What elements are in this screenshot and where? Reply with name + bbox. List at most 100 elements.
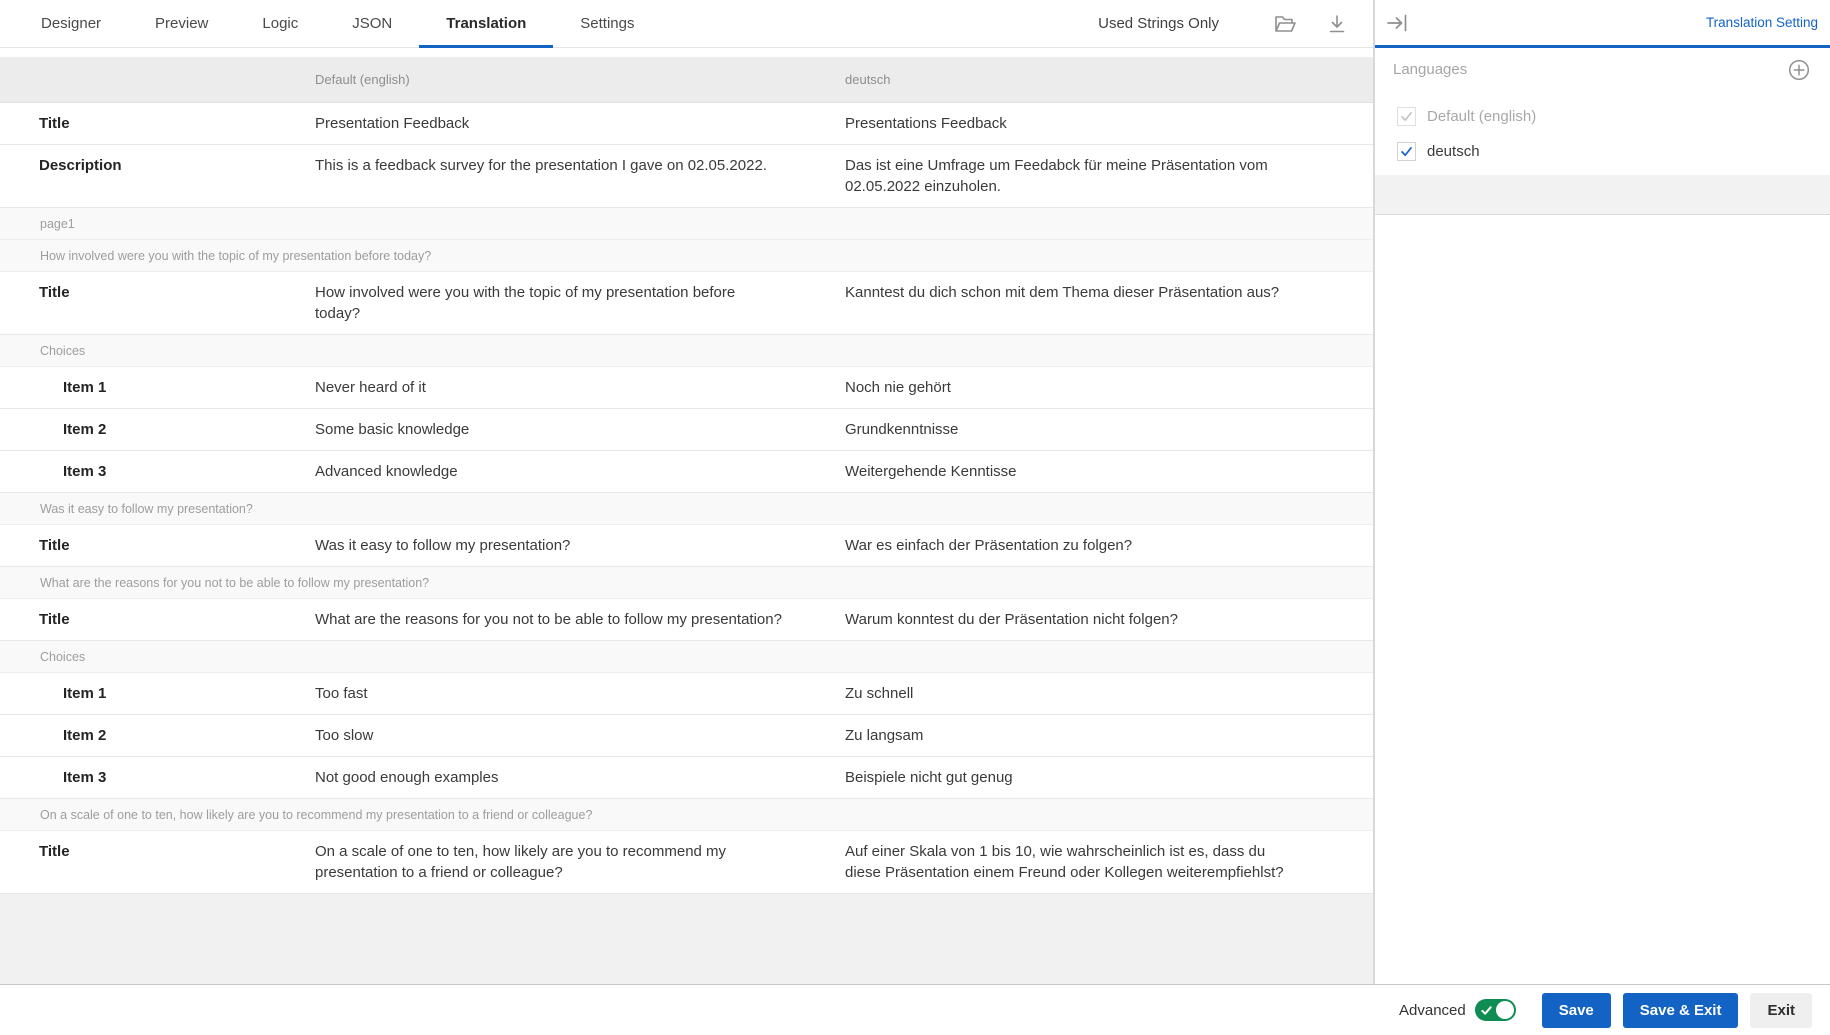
group-header-row: How involved were you with the topic of …: [0, 240, 1373, 272]
plus-circle-icon[interactable]: [1787, 58, 1811, 82]
translation-row: Item 3Advanced knowledgeWeitergehende Ke…: [0, 451, 1373, 493]
used-strings-only-button[interactable]: Used Strings Only: [1098, 0, 1219, 47]
folder-open-icon[interactable]: [1269, 0, 1301, 47]
row-label: Title: [0, 831, 315, 893]
tab-settings[interactable]: Settings: [553, 0, 661, 47]
group-header-row: Choices: [0, 641, 1373, 673]
language-item: deutsch: [1397, 134, 1830, 169]
save-exit-button[interactable]: Save & Exit: [1623, 993, 1739, 1028]
sidebar-header: Translation Setting: [1375, 0, 1830, 48]
row-label: Item 1: [0, 673, 315, 714]
value-deutsch[interactable]: Beispiele nicht gut genug: [845, 757, 1373, 798]
row-label: Title: [0, 272, 315, 334]
translation-row: TitleWhat are the reasons for you not to…: [0, 599, 1373, 641]
value-deutsch[interactable]: Warum konntest du der Präsentation nicht…: [845, 599, 1373, 640]
tab-bar-spacer: [662, 0, 1099, 47]
sidebar-empty-area: [1375, 215, 1830, 984]
exit-button[interactable]: Exit: [1750, 993, 1812, 1028]
value-deutsch[interactable]: Noch nie gehört: [845, 367, 1373, 408]
translation-row: Item 2Some basic knowledgeGrundkenntniss…: [0, 409, 1373, 451]
value-default-english[interactable]: On a scale of one to ten, how likely are…: [315, 831, 845, 893]
table-empty-area: [0, 894, 1373, 984]
main-body: DesignerPreviewLogicJSONTranslationSetti…: [0, 0, 1830, 985]
save-button[interactable]: Save: [1542, 993, 1611, 1028]
tab-preview[interactable]: Preview: [128, 0, 235, 47]
tab-json[interactable]: JSON: [325, 0, 419, 47]
row-label: Item 1: [0, 367, 315, 408]
group-header-row: On a scale of one to ten, how likely are…: [0, 799, 1373, 831]
translation-row: Item 1Never heard of itNoch nie gehört: [0, 367, 1373, 409]
group-header-row: What are the reasons for you not to be a…: [0, 567, 1373, 599]
row-label: Description: [0, 145, 315, 207]
toggle-knob: [1496, 1001, 1514, 1019]
value-default-english[interactable]: Not good enough examples: [315, 757, 845, 798]
value-default-english[interactable]: How involved were you with the topic of …: [315, 272, 845, 334]
languages-label: Languages: [1393, 61, 1467, 78]
value-default-english[interactable]: Advanced knowledge: [315, 451, 845, 492]
value-deutsch[interactable]: Grundkenntnisse: [845, 409, 1373, 450]
tab-logic[interactable]: Logic: [235, 0, 325, 47]
translation-row: TitleHow involved were you with the topi…: [0, 272, 1373, 335]
row-label: Item 2: [0, 409, 315, 450]
value-default-english[interactable]: Was it easy to follow my presentation?: [315, 525, 845, 566]
value-default-english[interactable]: Too fast: [315, 673, 845, 714]
value-default-english[interactable]: What are the reasons for you not to be a…: [315, 599, 845, 640]
table-header-row: Default (english)deutsch: [0, 57, 1373, 103]
row-label: Title: [0, 525, 315, 566]
language-list: Default (english) deutsch: [1375, 91, 1830, 175]
value-default-english[interactable]: Some basic knowledge: [315, 409, 845, 450]
group-header-row: page1: [0, 208, 1373, 240]
tab-list: DesignerPreviewLogicJSONTranslationSetti…: [14, 0, 662, 47]
column-header: Default (english): [315, 72, 845, 87]
survey-creator-window: DesignerPreviewLogicJSONTranslationSetti…: [0, 0, 1830, 1035]
value-deutsch[interactable]: Presentations Feedback: [845, 103, 1373, 144]
translation-row: Item 2Too slowZu langsam: [0, 715, 1373, 757]
check-icon: [1481, 1005, 1492, 1016]
translation-row: Item 3Not good enough examplesBeispiele …: [0, 757, 1373, 799]
group-header-row: Choices: [0, 335, 1373, 367]
translation-content: DesignerPreviewLogicJSONTranslationSetti…: [0, 0, 1375, 984]
translation-settings-panel: Translation Setting Languages Default (e…: [1375, 0, 1830, 984]
value-default-english[interactable]: Presentation Feedback: [315, 103, 845, 144]
row-label: Title: [0, 103, 315, 144]
value-deutsch[interactable]: Kanntest du dich schon mit dem Thema die…: [845, 272, 1373, 334]
table-top-gap: [0, 48, 1373, 57]
column-header: deutsch: [845, 72, 1373, 87]
value-deutsch[interactable]: Auf einer Skala von 1 bis 10, wie wahrsc…: [845, 831, 1373, 893]
language-panel-footer: [1375, 175, 1830, 215]
translation-row: TitleWas it easy to follow my presentati…: [0, 525, 1373, 567]
value-deutsch[interactable]: Zu schnell: [845, 673, 1373, 714]
language-checkbox[interactable]: [1397, 142, 1416, 161]
language-item: Default (english): [1397, 99, 1830, 134]
value-default-english[interactable]: Too slow: [315, 715, 845, 756]
download-icon[interactable]: [1321, 0, 1353, 47]
tab-bar: DesignerPreviewLogicJSONTranslationSetti…: [0, 0, 1373, 48]
advanced-toggle[interactable]: [1475, 999, 1516, 1021]
footer-bar: Advanced Save Save & Exit Exit: [0, 985, 1830, 1035]
translation-row: TitleOn a scale of one to ten, how likel…: [0, 831, 1373, 894]
value-default-english[interactable]: This is a feedback survey for the presen…: [315, 145, 845, 207]
translation-table: Default (english)deutschTitlePresentatio…: [0, 57, 1373, 894]
collapse-panel-icon[interactable]: [1385, 12, 1409, 34]
row-label: Item 2: [0, 715, 315, 756]
group-header-row: Was it easy to follow my presentation?: [0, 493, 1373, 525]
language-checkbox: [1397, 107, 1416, 126]
translation-row: DescriptionThis is a feedback survey for…: [0, 145, 1373, 208]
translation-row: Item 1Too fastZu schnell: [0, 673, 1373, 715]
value-deutsch[interactable]: Das ist eine Umfrage um Feedabck für mei…: [845, 145, 1373, 207]
advanced-control: Advanced: [1399, 999, 1516, 1021]
value-deutsch[interactable]: Zu langsam: [845, 715, 1373, 756]
row-label: Item 3: [0, 757, 315, 798]
language-label: deutsch: [1427, 143, 1480, 160]
value-deutsch[interactable]: War es einfach der Präsentation zu folge…: [845, 525, 1373, 566]
tab-translation[interactable]: Translation: [419, 0, 553, 47]
advanced-label: Advanced: [1399, 1002, 1466, 1019]
sidebar-title: Translation Setting: [1706, 15, 1818, 30]
value-default-english[interactable]: Never heard of it: [315, 367, 845, 408]
row-label: Item 3: [0, 451, 315, 492]
languages-section-header: Languages: [1375, 48, 1830, 91]
translation-row: TitlePresentation FeedbackPresentations …: [0, 103, 1373, 145]
row-label: Title: [0, 599, 315, 640]
tab-designer[interactable]: Designer: [14, 0, 128, 47]
value-deutsch[interactable]: Weitergehende Kenntisse: [845, 451, 1373, 492]
